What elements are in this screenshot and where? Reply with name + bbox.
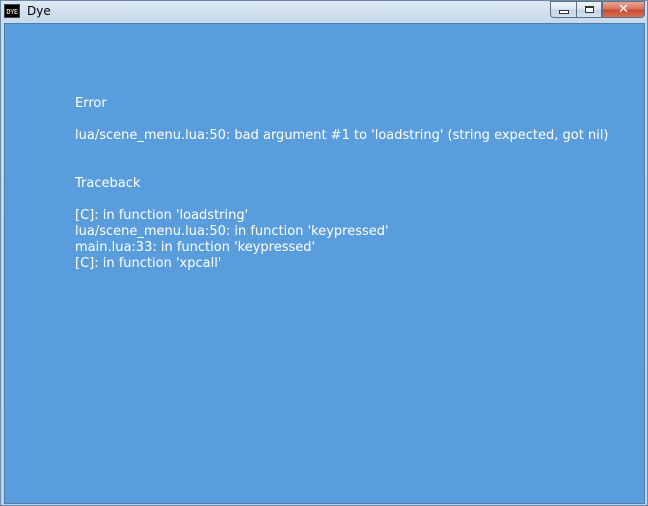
traceback-heading: Traceback: [75, 176, 141, 191]
traceback-line: [C]: in function 'loadstring': [75, 208, 249, 223]
minimize-button[interactable]: [550, 1, 576, 18]
minimize-icon: [558, 10, 569, 14]
dye-app-icon[interactable]: DYE: [4, 4, 20, 18]
window-controls: ✕: [550, 1, 645, 19]
maximize-button[interactable]: [576, 1, 602, 18]
traceback-line: lua/scene_menu.lua:50: in function 'keyp…: [75, 224, 389, 239]
error-message: lua/scene_menu.lua:50: bad argument #1 t…: [75, 128, 609, 143]
game-canvas[interactable]: Error lua/scene_menu.lua:50: bad argumen…: [4, 23, 645, 504]
close-icon: ✕: [618, 2, 629, 17]
window-title: Dye: [27, 4, 51, 18]
title-bar[interactable]: DYE Dye ✕: [1, 1, 647, 23]
error-heading: Error: [75, 96, 107, 111]
traceback-line: main.lua:33: in function 'keypressed': [75, 240, 316, 255]
close-button[interactable]: ✕: [602, 1, 645, 18]
maximize-icon: [584, 6, 594, 13]
app-window: DYE Dye ✕ Error lua/scene_menu.lua:50: b…: [0, 0, 648, 506]
traceback-line: [C]: in function 'xpcall': [75, 256, 222, 271]
